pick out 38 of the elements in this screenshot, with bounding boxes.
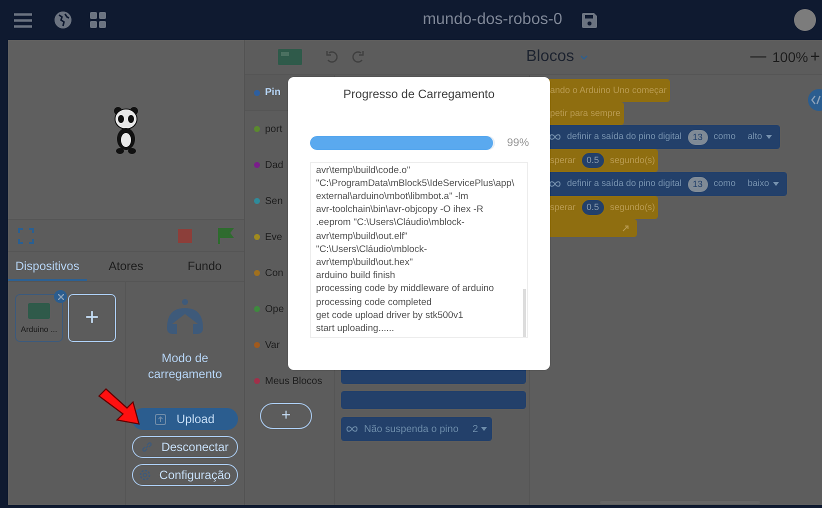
progress-percent: 99% xyxy=(507,136,530,151)
dialog-title: Progresso de Carregamento xyxy=(343,86,495,103)
zoom-level: 100% xyxy=(772,48,808,66)
block-label: segundo(s) xyxy=(610,200,656,214)
log-line: get code upload driver by stk500v1 xyxy=(316,308,464,322)
upload-mode-label: Modo de carregamento xyxy=(146,350,224,382)
block-label: como xyxy=(714,177,736,190)
log-line: arduino build finish xyxy=(316,269,396,282)
block-label: sperar xyxy=(550,154,576,167)
log-line: processing code completed xyxy=(316,296,433,309)
category-label: Dad xyxy=(265,158,284,172)
log-line: start uploading...... xyxy=(316,322,396,336)
block-label: ando o Arduino Uno começar xyxy=(550,84,667,97)
log-line: "C:\ProgramData\mBlock5\IdeServicePlus\app\ xyxy=(316,176,516,190)
category-label: Meus Blocos xyxy=(265,374,322,388)
log-line: .eeprom "C:\Users\Cláudio\mblock- xyxy=(316,216,466,230)
log-line: processing code by middleware of arduino xyxy=(316,282,495,296)
category-label: Con xyxy=(265,266,284,280)
block-label: definir a saída do pino digital xyxy=(567,130,682,144)
category-label: Eve xyxy=(265,230,282,244)
log-line: "C:\Users\Cláudio\mblock- xyxy=(316,242,428,256)
block-label: sperar xyxy=(550,200,576,214)
log-line: avr-toolchain\bin\avr-objcopy -O ihex -R xyxy=(316,203,484,216)
device-name: Arduino ... xyxy=(20,324,58,336)
log-line: avr\temp\build\code.o" xyxy=(316,164,412,177)
category-label: Ope xyxy=(265,302,284,316)
category-label: Sen xyxy=(265,194,283,208)
block-label: petir para sempre xyxy=(550,106,621,120)
category-label: Pin xyxy=(265,86,281,100)
block-label: segundo(s) xyxy=(610,154,656,167)
block-label: definir a saída do pino digital xyxy=(567,177,682,190)
block-label: Não suspenda o pino xyxy=(364,422,459,436)
category-label: Var xyxy=(265,338,280,352)
log-line: avr\temp\build\out.hex" xyxy=(316,256,414,270)
log-line: external\arduino\mbot\libmbot.a" -lm xyxy=(316,190,470,204)
log-line: avr\temp\build\out.elf" xyxy=(316,230,409,243)
category-label: port xyxy=(265,122,282,136)
block-label: como xyxy=(714,130,736,144)
